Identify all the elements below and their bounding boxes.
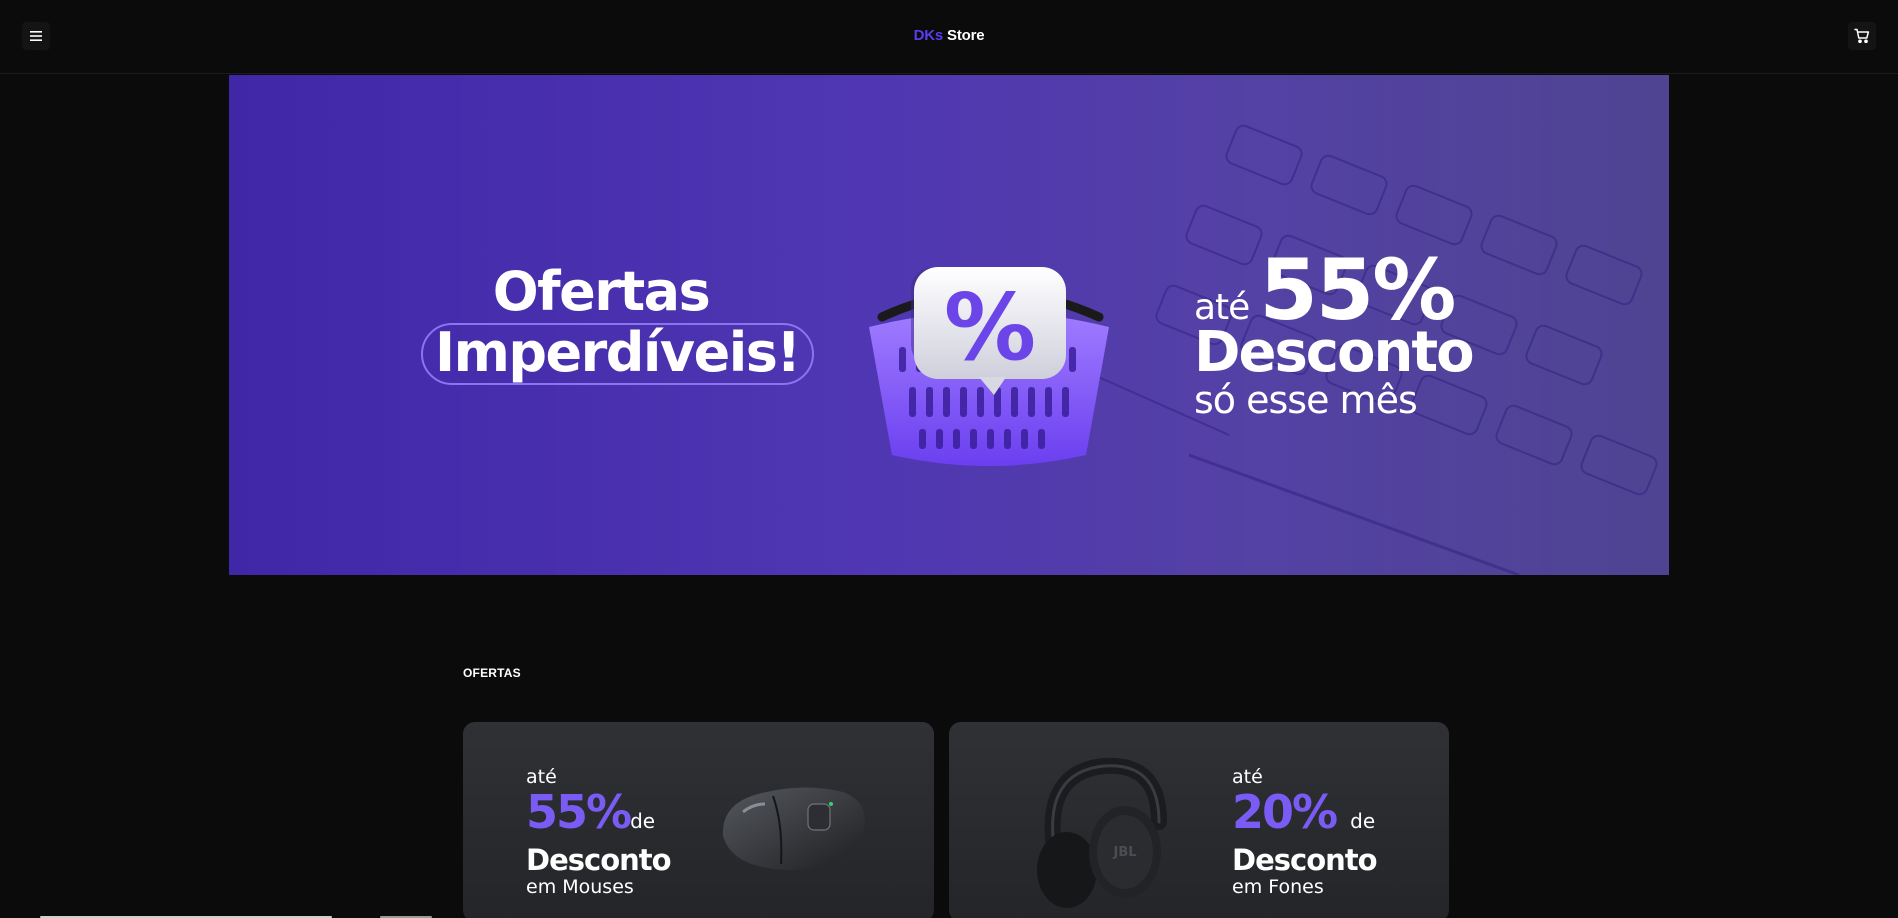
offer-connector: de [1350,809,1376,833]
offer-card-mouses[interactable]: até 55%de Desconto em Mouses [463,722,934,918]
hero-promo-value: 55% [1259,241,1456,339]
offer-card-text: até 20% de Desconto em Fones [1232,766,1378,899]
offer-value-row: 55%de [526,788,671,845]
offer-word: Desconto [526,843,672,877]
logo-brand: DKs [913,27,944,44]
hero-title-line1: Ofertas [492,260,711,323]
offers-section-title: OFERTAS [463,666,521,680]
offer-connector: de [630,809,656,833]
shopping-cart-icon [1854,28,1870,44]
cart-button[interactable] [1848,22,1876,50]
offer-category: em Mouses [526,876,634,898]
hero-promo-suffix: só esse mês [1194,378,1418,422]
headphones-icon: JBL [1037,757,1167,908]
svg-text:JBL: JBL [1112,845,1136,860]
offer-card-fones[interactable]: JBL até 20% de Desconto em Fones [949,722,1449,918]
offer-value-row: 20% de [1232,788,1377,845]
hero-title-line2: Imperdíveis! [421,323,814,385]
store-logo[interactable]: DKs Store [0,27,1898,44]
hero-banner[interactable]: Ofertas Imperdíveis! % até 55% Desconto … [229,75,1669,575]
offer-word: Desconto [1232,843,1378,877]
hero-title: Ofertas Imperdíveis! [421,260,814,385]
offer-card-text: até 55%de Desconto em Mouses [526,766,672,899]
hero-promo: até 55% Desconto só esse mês [1194,241,1475,422]
top-navbar: DKs Store [0,0,1898,74]
percent-icon: % [944,274,1036,381]
offer-value: 55% [526,785,632,839]
offer-value: 20% [1232,785,1338,839]
hero-promo-word: Desconto [1194,320,1475,385]
shopping-basket-icon: % [869,267,1109,466]
offer-category: em Fones [1232,876,1324,898]
logo-suffix: Store [947,27,985,44]
svg-text:%: % [944,274,1036,381]
mouse-icon [722,787,865,870]
